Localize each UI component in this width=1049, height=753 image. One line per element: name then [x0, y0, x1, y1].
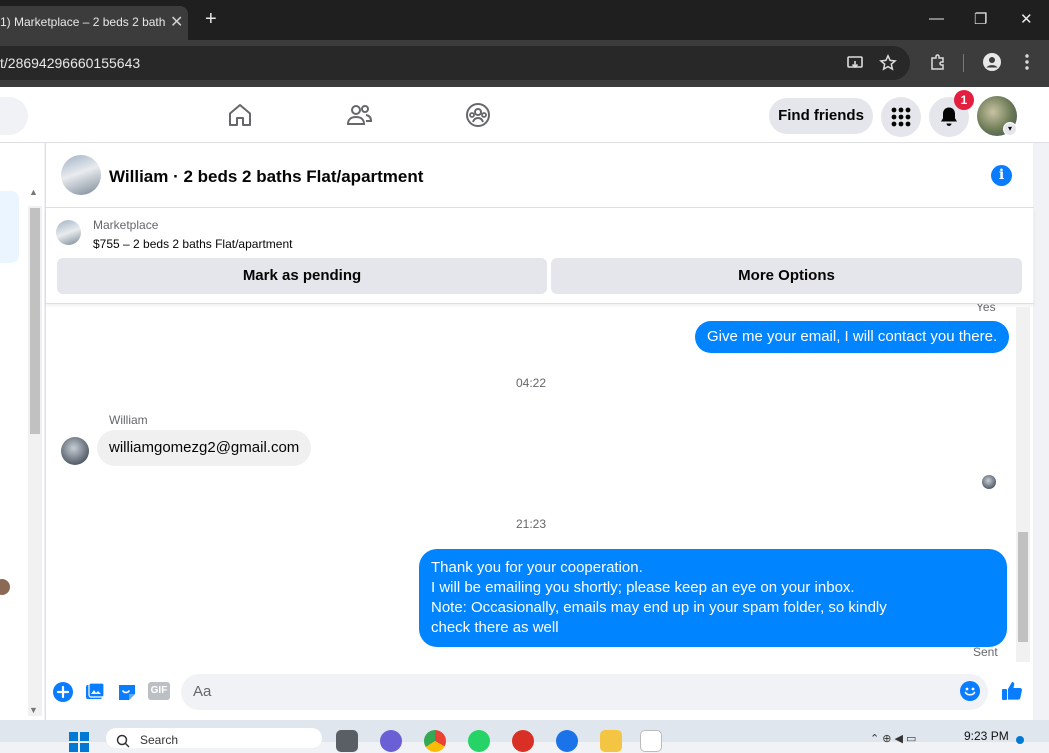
message-composer: GIF Aa [46, 670, 1034, 720]
chrome-profile-icon[interactable] [512, 730, 534, 752]
bell-icon [941, 107, 957, 126]
sticker-icon[interactable] [116, 681, 138, 703]
browser-toolbar: t/28694296660155643 [0, 40, 1049, 87]
plus-icon[interactable] [52, 681, 74, 703]
browser-tab[interactable]: 1) Marketplace – 2 beds 2 bath ✕ [0, 6, 188, 40]
maximize-icon[interactable]: ❐ [974, 10, 987, 28]
address-bar[interactable]: t/28694296660155643 [0, 46, 910, 80]
selected-conversation-item[interactable] [0, 191, 19, 263]
menu-grid-icon [891, 107, 911, 127]
message-line: check there as well [431, 619, 559, 636]
teams-icon[interactable] [380, 730, 402, 752]
file-explorer-icon[interactable] [600, 730, 622, 752]
timestamp: 04:22 [515, 376, 547, 390]
star-icon[interactable] [879, 54, 897, 72]
scroll-down-icon[interactable]: ▼ [29, 705, 41, 717]
message-input-placeholder: Aa [193, 683, 212, 700]
scroll-up-icon[interactable]: ▲ [29, 187, 41, 199]
browser-tab-strip: 1) Marketplace – 2 beds 2 bath ✕ + — ❐ ✕ [0, 0, 1049, 40]
conversation-panel: William · 2 beds 2 baths Flat/apartment … [45, 143, 1034, 720]
message-text: williamgomezg2@gmail.com [109, 439, 300, 456]
chrome-profile-icon[interactable] [556, 730, 578, 752]
message-line: I will be emailing you shortly; please k… [431, 579, 855, 596]
notification-count-badge: 1 [954, 90, 974, 110]
windows-start-icon[interactable] [68, 731, 90, 753]
message-scrollbar[interactable] [1016, 307, 1030, 662]
toolbar-divider [963, 54, 964, 72]
listing-thumbnail[interactable] [56, 220, 81, 245]
message-line: Note: Occasionally, emails may end up in… [431, 599, 887, 616]
message-line: Thank you for your cooperation. [431, 559, 643, 576]
message-text: Give me your email, I will contact you t… [707, 328, 998, 345]
close-window-icon[interactable]: ✕ [1020, 10, 1033, 28]
notification-dot [1016, 736, 1024, 744]
url-text: t/28694296660155643 [0, 55, 141, 71]
photo-icon[interactable] [84, 681, 106, 703]
conversation-header: William · 2 beds 2 baths Flat/apartment … [46, 143, 1034, 208]
avatar[interactable] [61, 155, 101, 195]
chrome-icon[interactable] [424, 730, 446, 752]
listing-summary: Marketplace $755 – 2 beds 2 baths Flat/a… [46, 208, 1034, 304]
read-receipt-avatar [982, 475, 996, 489]
tab-close-icon[interactable]: ✕ [170, 12, 183, 32]
outgoing-message[interactable]: Thank you for your cooperation. I will b… [419, 549, 1007, 647]
chat-list-scrollbar[interactable] [28, 206, 42, 716]
facebook-top-nav: Find friends 1 ▾ [0, 87, 1049, 143]
minimize-icon[interactable]: — [929, 10, 944, 27]
friends-icon[interactable] [345, 101, 373, 129]
like-icon[interactable] [1000, 679, 1024, 703]
active-chrome-icon[interactable] [640, 730, 662, 752]
more-options-button[interactable]: More Options [551, 258, 1022, 294]
gif-icon[interactable]: GIF [148, 682, 170, 700]
outgoing-message[interactable]: Give me your email, I will contact you t… [695, 321, 1010, 353]
avatar[interactable] [0, 579, 10, 595]
find-friends-button[interactable]: Find friends [769, 98, 873, 134]
chevron-down-icon[interactable]: ▾ [1003, 122, 1017, 136]
system-tray-icons[interactable]: ⌃ ⊕ ◀ ▭ [870, 732, 930, 745]
extensions-icon[interactable] [929, 53, 947, 71]
info-icon[interactable]: i [991, 165, 1012, 186]
emoji-icon[interactable] [959, 680, 981, 702]
facebook-search-input[interactable] [0, 97, 28, 135]
whatsapp-icon[interactable] [468, 730, 490, 752]
conversation-title[interactable]: William · 2 beds 2 baths Flat/apartment [109, 167, 423, 187]
kebab-icon[interactable] [1022, 53, 1032, 71]
cast-icon[interactable] [846, 54, 864, 72]
listing-source: Marketplace [93, 218, 159, 232]
tab-title: 1) Marketplace – 2 beds 2 bath [0, 15, 166, 29]
groups-icon[interactable] [464, 101, 492, 129]
mark-as-pending-button[interactable]: Mark as pending [57, 258, 547, 294]
message-scroll-thumb[interactable] [1018, 532, 1028, 642]
taskbar-search-input[interactable]: Search [106, 728, 322, 748]
menu-button[interactable] [881, 97, 921, 137]
profile-icon[interactable] [982, 52, 1002, 72]
message-status: Yes [976, 304, 996, 314]
timestamp: 21:23 [515, 517, 547, 531]
incoming-message[interactable]: williamgomezg2@gmail.com [97, 430, 312, 466]
taskbar-clock[interactable]: 9:23 PM [964, 729, 1009, 743]
task-view-icon[interactable] [336, 730, 358, 752]
listing-title[interactable]: $755 – 2 beds 2 baths Flat/apartment [93, 237, 292, 251]
taskbar-search-placeholder: Search [140, 733, 179, 747]
chat-list-panel: ▲ ▼ [0, 143, 44, 720]
search-icon [116, 734, 130, 748]
home-icon[interactable] [226, 101, 254, 129]
os-taskbar: Search ⌃ ⊕ ◀ ▭ 9:23 PM [0, 720, 1049, 752]
message-list: Yes Give me your email, I will contact y… [46, 304, 1034, 670]
message-input[interactable]: Aa [181, 674, 988, 710]
chat-list-scroll-thumb[interactable] [30, 208, 40, 434]
message-status: Sent [973, 645, 998, 659]
new-tab-button[interactable]: + [205, 8, 217, 31]
sender-name: William [109, 413, 148, 427]
avatar[interactable] [61, 437, 89, 465]
